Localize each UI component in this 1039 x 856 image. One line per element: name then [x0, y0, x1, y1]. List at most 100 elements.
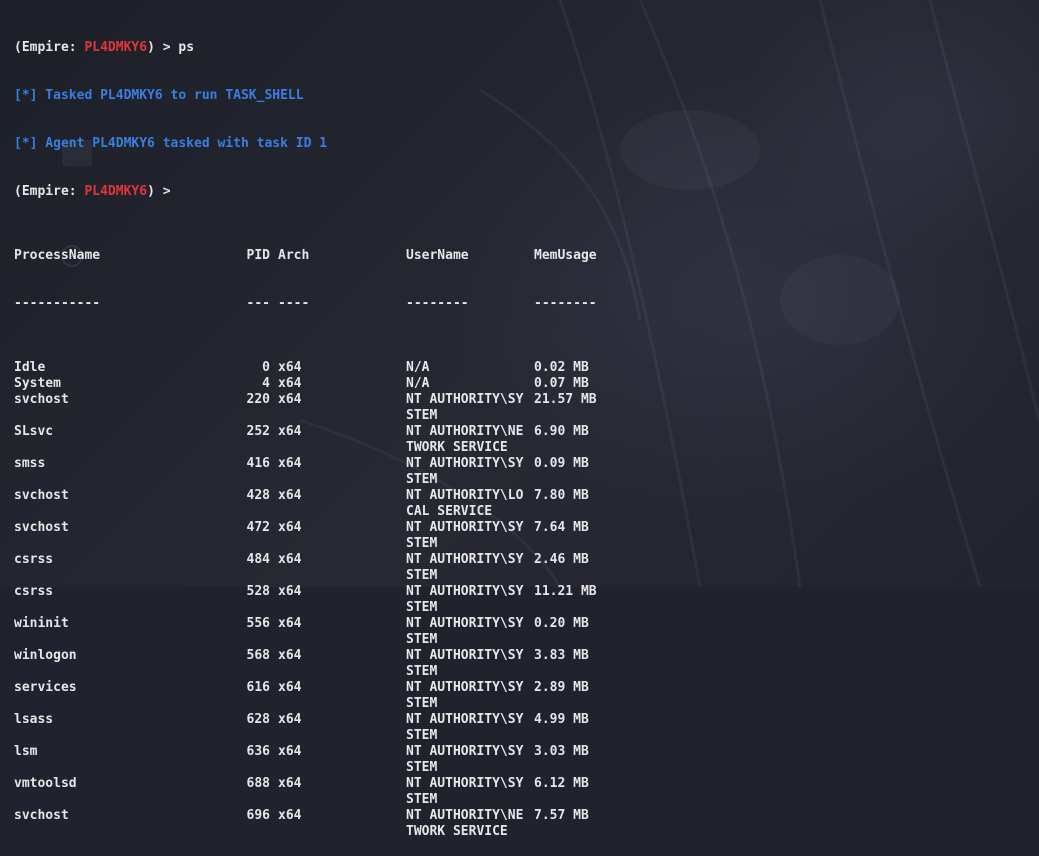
table-row-continuation: CAL SERVICE [14, 504, 1039, 520]
process-username-wrap: STEM [406, 632, 438, 647]
process-username: NT AUTHORITY\SY [406, 520, 524, 535]
process-arch: x64 [278, 360, 302, 375]
prompt-line: (Empire: PL4DMKY6) > ps [14, 40, 1039, 56]
process-arch: x64 [278, 584, 302, 599]
table-row-continuation: STEM [14, 536, 1039, 552]
process-pid: 0 [262, 360, 270, 375]
process-username: NT AUTHORITY\SY [406, 552, 524, 567]
separator: --- [246, 296, 270, 311]
process-pid: 220 [246, 392, 270, 407]
process-memusage: 0.20 MB [534, 616, 589, 631]
process-memusage: 0.09 MB [534, 456, 589, 471]
table-row-continuation: STEM [14, 568, 1039, 584]
process-arch: x64 [278, 456, 302, 471]
column-header-pid: PID [246, 248, 270, 263]
table-row: services 616 x64 NT AUTHORITY\SY 2.89 MB [14, 680, 1039, 696]
process-arch: x64 [278, 520, 302, 535]
process-pid: 556 [246, 616, 270, 631]
table-row: svchost 472 x64 NT AUTHORITY\SY 7.64 MB [14, 520, 1039, 536]
process-username: NT AUTHORITY\SY [406, 456, 524, 471]
table-row: SLsvc 252 x64 NT AUTHORITY\NE 6.90 MB [14, 424, 1039, 440]
process-username-wrap: STEM [406, 664, 438, 679]
process-username-wrap: STEM [406, 728, 438, 743]
column-header-memusage: MemUsage [534, 248, 597, 263]
table-header-separator: ----------- --- ---- -------- -------- [14, 296, 1039, 312]
process-username-wrap: STEM [406, 568, 438, 583]
process-username: NT AUTHORITY\SY [406, 712, 524, 727]
process-table-body: Idle 0 x64 N/A 0.02 MB System 4 x64 N/A 0.07 MB sv… [14, 360, 1039, 840]
table-row: System 4 x64 N/A 0.07 MB [14, 376, 1039, 392]
process-username: NT AUTHORITY\SY [406, 584, 524, 599]
table-row: wininit 556 x64 NT AUTHORITY\SY 0.20 MB [14, 616, 1039, 632]
table-row: lsass 628 x64 NT AUTHORITY\SY 4.99 MB [14, 712, 1039, 728]
table-header: ProcessName PID Arch UserName MemUsage [14, 248, 1039, 264]
table-row: svchost 220 x64 NT AUTHORITY\SY 21.57 MB [14, 392, 1039, 408]
process-name: svchost [14, 520, 69, 535]
process-username: NT AUTHORITY\SY [406, 648, 524, 663]
process-name: svchost [14, 808, 69, 823]
process-arch: x64 [278, 488, 302, 503]
table-row: svchost 428 x64 NT AUTHORITY\LO 7.80 MB [14, 488, 1039, 504]
status-message: [*] Agent PL4DMKY6 tasked with task ID 1 [14, 136, 328, 151]
process-name: svchost [14, 392, 69, 407]
process-arch: x64 [278, 712, 302, 727]
process-memusage: 4.99 MB [534, 712, 589, 727]
prompt-suffix: ) > [147, 40, 179, 55]
process-username-wrap: STEM [406, 760, 438, 775]
process-username: NT AUTHORITY\SY [406, 392, 524, 407]
table-row-continuation: STEM [14, 664, 1039, 680]
process-username: NT AUTHORITY\SY [406, 744, 524, 759]
table-row: csrss 528 x64 NT AUTHORITY\SY 11.21 MB [14, 584, 1039, 600]
process-memusage: 6.90 MB [534, 424, 589, 439]
process-pid: 688 [246, 776, 270, 791]
process-pid: 416 [246, 456, 270, 471]
process-name: wininit [14, 616, 69, 631]
table-row-continuation: STEM [14, 728, 1039, 744]
process-username: NT AUTHORITY\NE [406, 808, 524, 823]
table-row: svchost 696 x64 NT AUTHORITY\NE 7.57 MB [14, 808, 1039, 824]
process-name: csrss [14, 584, 54, 599]
process-name: vmtoolsd [14, 776, 77, 791]
prompt-agent-name: PL4DMKY6 [84, 40, 148, 55]
process-username: NT AUTHORITY\SY [406, 680, 524, 695]
prompt-command: ps [178, 40, 195, 55]
process-arch: x64 [278, 552, 302, 567]
process-pid: 628 [246, 712, 270, 727]
process-username-wrap: STEM [406, 472, 438, 487]
process-username: NT AUTHORITY\LO [406, 488, 524, 503]
process-username-wrap: STEM [406, 792, 438, 807]
process-name: csrss [14, 552, 54, 567]
process-name: lsm [14, 744, 38, 759]
table-row-continuation: STEM [14, 408, 1039, 424]
process-name: services [14, 680, 77, 695]
table-row-continuation: STEM [14, 472, 1039, 488]
process-name: SLsvc [14, 424, 54, 439]
separator: ---- [278, 296, 310, 311]
process-arch: x64 [278, 648, 302, 663]
separator: ----------- [14, 296, 101, 311]
process-username: NT AUTHORITY\SY [406, 616, 524, 631]
table-row: smss 416 x64 NT AUTHORITY\SY 0.09 MB [14, 456, 1039, 472]
terminal-output[interactable]: (Empire: PL4DMKY6) > ps [*] Tasked PL4DM… [14, 8, 1039, 839]
process-memusage: 7.80 MB [534, 488, 589, 503]
process-pid: 568 [246, 648, 270, 663]
process-pid: 696 [246, 808, 270, 823]
process-name: System [14, 376, 61, 391]
table-row: csrss 484 x64 NT AUTHORITY\SY 2.46 MB [14, 552, 1039, 568]
process-name: lsass [14, 712, 54, 727]
process-memusage: 0.02 MB [534, 360, 589, 375]
process-username: NT AUTHORITY\SY [406, 776, 524, 791]
process-arch: x64 [278, 680, 302, 695]
process-name: winlogon [14, 648, 77, 663]
process-pid: 484 [246, 552, 270, 567]
process-pid: 472 [246, 520, 270, 535]
column-header-arch: Arch [278, 248, 310, 263]
process-memusage: 7.57 MB [534, 808, 589, 823]
process-arch: x64 [278, 376, 302, 391]
status-message: [*] Tasked PL4DMKY6 to run TASK_SHELL [14, 88, 304, 103]
column-header-username: UserName [406, 248, 469, 263]
table-row-continuation: STEM [14, 632, 1039, 648]
process-name: smss [14, 456, 46, 471]
process-pid: 528 [246, 584, 270, 599]
process-username: N/A [406, 376, 430, 391]
